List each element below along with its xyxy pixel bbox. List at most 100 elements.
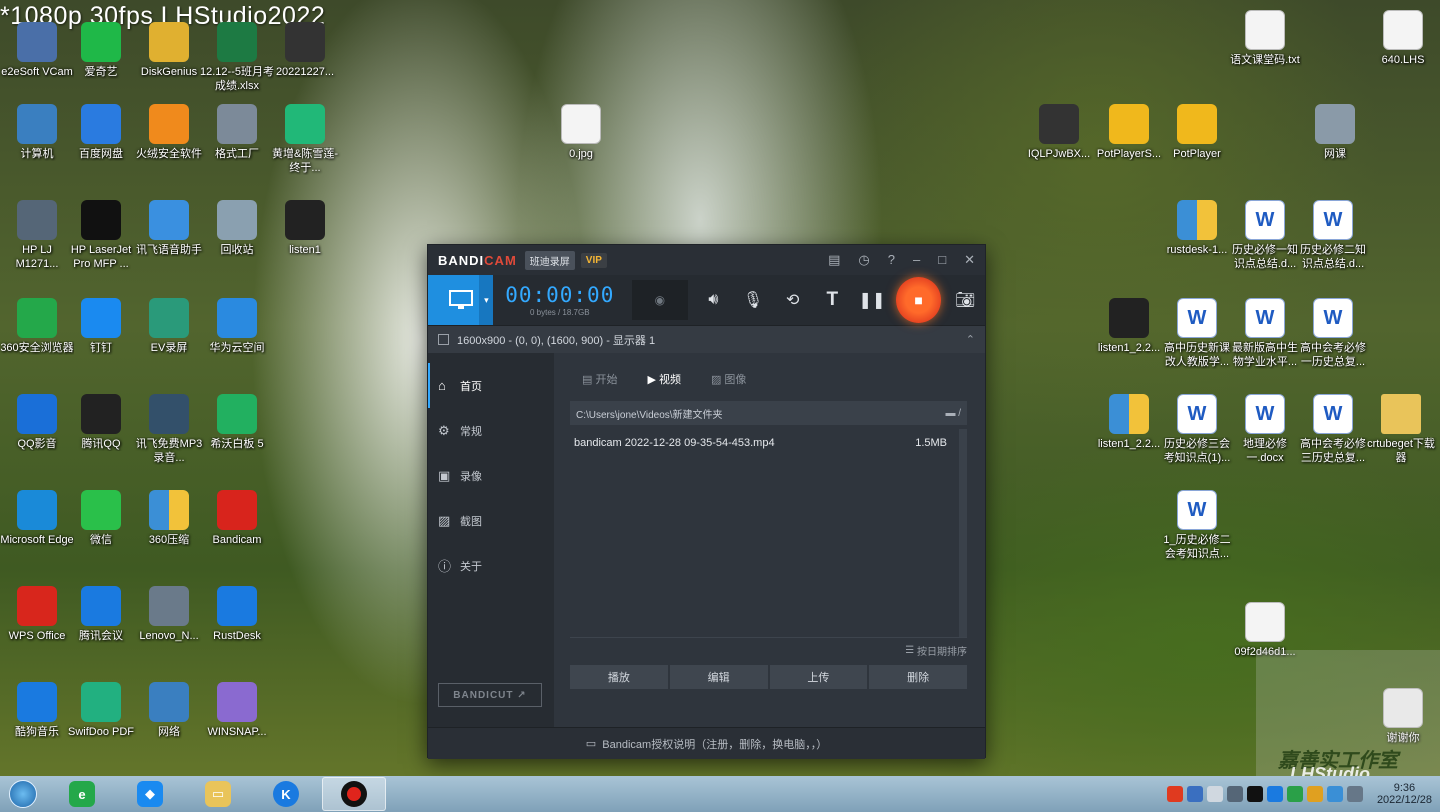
desktop-icon[interactable]: 360压缩 [132, 490, 206, 547]
play-button[interactable]: 播放 [570, 665, 668, 689]
desktop-icon[interactable]: W 高中会考必修三历史总复... [1296, 394, 1370, 465]
text-overlay-icon[interactable]: T [813, 275, 853, 325]
cursor-effect-icon[interactable]: ⟲ [773, 275, 813, 325]
desktop-icon[interactable]: 360安全浏览器 [0, 298, 74, 355]
taskbar-kugou[interactable]: K [254, 777, 318, 811]
tray-volume-icon[interactable] [1346, 786, 1363, 802]
desktop-icon[interactable]: HP LJ M1271... [0, 200, 74, 271]
desktop-icon[interactable]: 腾讯会议 [64, 586, 138, 643]
desktop-icon[interactable]: WPS Office [0, 586, 74, 643]
tray-sync-icon[interactable] [1266, 786, 1283, 802]
minimize-button[interactable]: – [913, 252, 920, 268]
bandicut-button[interactable]: BANDICUT ↗ [438, 683, 542, 707]
start-button[interactable] [0, 776, 46, 812]
desktop-icon[interactable]: rustdesk-1... [1160, 200, 1234, 257]
desktop-icon[interactable]: 酷狗音乐 [0, 682, 74, 739]
system-clock[interactable]: 9:36 2022/12/28 [1377, 782, 1432, 806]
desktop-icon[interactable]: Bandicam [200, 490, 274, 547]
tray-app-icon[interactable] [1166, 786, 1183, 802]
speaker-icon[interactable]: 🔊︎ [694, 275, 734, 325]
tab-video[interactable]: ▶ 视频 [647, 371, 681, 387]
desktop-icon[interactable]: crtubeget下载器 [1364, 394, 1438, 465]
record-button[interactable]: ■ [895, 277, 942, 323]
mode-dropdown-arrow[interactable]: ▾ [479, 275, 494, 325]
desktop-icon[interactable]: W 最新版高中生物学业水平... [1228, 298, 1302, 369]
desktop-icon[interactable]: 腾讯QQ [64, 394, 138, 451]
pause-icon[interactable]: ❚❚ [852, 275, 892, 325]
tab-image[interactable]: ▨ 图像 [711, 371, 746, 387]
desktop-icon[interactable]: 钉钉 [64, 298, 138, 355]
desktop-icon[interactable]: W 1_历史必修二会考知识点... [1160, 490, 1234, 561]
desktop-icon[interactable]: W 历史必修三会考知识点(1)... [1160, 394, 1234, 465]
timer-icon[interactable]: ◷ [858, 252, 869, 268]
folder-icon[interactable]: ▤ [828, 252, 840, 268]
desktop-icon[interactable]: WINSNAP... [200, 682, 274, 739]
desktop-icon[interactable]: RustDesk [200, 586, 274, 643]
desktop-icon[interactable]: 讯飞免费MP3录音... [132, 394, 206, 465]
taskbar-dingtalk[interactable]: ◆ [118, 777, 182, 811]
taskbar-360-browser[interactable]: e [50, 777, 114, 811]
bandicam-window[interactable]: BANDICAM 班迪录屏 VIP ▤ ◷ ? – □ ✕ ▾ 00:00:00… [427, 244, 986, 759]
region-checkbox[interactable] [438, 334, 449, 345]
open-folder-icon[interactable]: ▬ / [945, 408, 961, 419]
desktop-icon[interactable]: Microsoft Edge [0, 490, 74, 547]
desktop-icon[interactable]: 格式工厂 [200, 104, 274, 161]
maximize-button[interactable]: □ [938, 252, 946, 268]
tab-start[interactable]: ▤ 开始 [582, 371, 617, 387]
desktop-icon[interactable]: 网课 [1298, 104, 1372, 161]
desktop-icon[interactable]: e2eSoft VCam [0, 22, 74, 79]
desktop-icon[interactable]: 讯飞语音助手 [132, 200, 206, 257]
desktop-icon[interactable]: 20221227... [268, 22, 342, 79]
tray-record-icon[interactable] [1246, 786, 1263, 802]
tray-network-icon[interactable] [1326, 786, 1343, 802]
desktop-icon[interactable]: PotPlayerS... [1092, 104, 1166, 161]
desktop-icon[interactable]: listen1_2.2... [1092, 394, 1166, 451]
sidebar-item-about[interactable]: ⓘ 关于 [438, 543, 554, 588]
sidebar-item-video[interactable]: ▣ 录像 [438, 453, 554, 498]
desktop-icon[interactable]: HP LaserJet Pro MFP ... [64, 200, 138, 271]
desktop-icon[interactable]: 百度网盘 [64, 104, 138, 161]
desktop-icon[interactable]: 640.LHS [1366, 10, 1440, 67]
list-item[interactable]: bandicam 2022-12-28 09-35-54-453.mp4 1.5… [574, 437, 955, 449]
desktop-icon[interactable]: 网络 [132, 682, 206, 739]
desktop-icon[interactable]: 微信 [64, 490, 138, 547]
tray-help-icon[interactable] [1186, 786, 1203, 802]
taskbar-explorer[interactable]: ▭ [186, 777, 250, 811]
upload-button[interactable]: 上传 [769, 665, 868, 689]
sort-control[interactable]: ☰ 按日期排序 [570, 637, 967, 663]
desktop-icon[interactable]: listen1 [268, 200, 342, 257]
close-button[interactable]: ✕ [964, 252, 975, 268]
tray-mic-icon[interactable] [1206, 786, 1223, 802]
desktop-icon[interactable]: SwifDoo PDF [64, 682, 138, 739]
desktop-icon[interactable]: 华为云空间 [200, 298, 274, 355]
desktop-icon[interactable]: 火绒安全软件 [132, 104, 206, 161]
desktop-icon[interactable]: 希沃白板 5 [200, 394, 274, 451]
taskbar-bandicam[interactable] [322, 777, 386, 811]
edit-button[interactable]: 编辑 [669, 665, 768, 689]
desktop-icon[interactable]: W 地理必修一.docx [1228, 394, 1302, 465]
screen-mode-button[interactable]: ▾ [428, 275, 494, 325]
tray-keyboard-icon[interactable] [1226, 786, 1243, 802]
desktop-icon[interactable]: 12.12--5班月考成绩.xlsx [200, 22, 274, 93]
desktop-icon[interactable]: 回收站 [200, 200, 274, 257]
desktop-icon[interactable]: 语文课堂码.txt [1228, 10, 1302, 67]
desktop-icon[interactable]: IQLPJwBX... [1022, 104, 1096, 161]
desktop-icon[interactable]: Lenovo_N... [132, 586, 206, 643]
desktop-icon[interactable]: EV录屏 [132, 298, 206, 355]
bandicam-title-bar[interactable]: BANDICAM 班迪录屏 VIP ▤ ◷ ? – □ ✕ [428, 245, 985, 275]
desktop-icon[interactable]: 计算机 [0, 104, 74, 161]
delete-button[interactable]: 删除 [869, 665, 967, 689]
help-icon[interactable]: ? [888, 252, 895, 268]
desktop-icon[interactable]: 0.jpg [544, 104, 618, 161]
license-footer-link[interactable]: ▭ Bandicam授权说明（注册，删除，换电脑，，） [428, 727, 985, 759]
sidebar-item-home[interactable]: ⌂ 首页 [428, 363, 554, 408]
desktop-icon[interactable]: listen1_2.2... [1092, 298, 1166, 355]
desktop-icon[interactable]: W 高中历史新课改人教版学... [1160, 298, 1234, 369]
sidebar-item-image[interactable]: ▨ 截图 [438, 498, 554, 543]
sidebar-item-general[interactable]: ⚙ 常规 [438, 408, 554, 453]
chevron-up-icon[interactable]: ⌃ [966, 333, 975, 346]
desktop-icon[interactable]: DiskGenius [132, 22, 206, 79]
desktop-icon[interactable]: W 历史必修二知识点总结.d... [1296, 200, 1370, 271]
capture-region-bar[interactable]: 1600x900 - (0, 0), (1600, 900) - 显示器 1 ⌃ [428, 325, 985, 353]
desktop-icon[interactable]: W 历史必修一知识点总结.d... [1228, 200, 1302, 271]
